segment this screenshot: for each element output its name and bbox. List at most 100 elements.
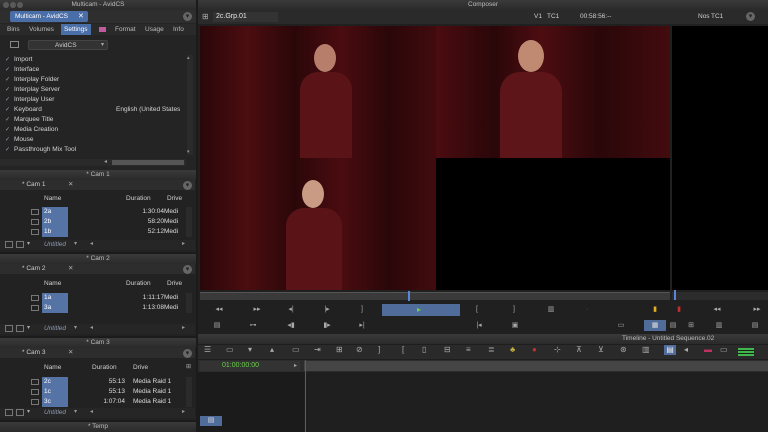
rec-rewind-button[interactable]: ◂◂ bbox=[706, 304, 728, 315]
lift-icon[interactable]: ▭ bbox=[292, 345, 300, 355]
timeline-ruler[interactable] bbox=[304, 361, 768, 371]
right-tc-label[interactable]: TC1 bbox=[711, 12, 723, 22]
settings-icon[interactable]: ≣ bbox=[488, 345, 495, 355]
table-row[interactable]: 3a 1:13:08 Medi bbox=[0, 303, 188, 313]
timeline-titlebar[interactable]: Timeline - Untitled Sequence.02 bbox=[198, 334, 768, 344]
fast-menu-icon[interactable]: ▥ bbox=[642, 345, 650, 355]
close-icon[interactable]: ✕ bbox=[78, 11, 84, 22]
down-arrow-icon[interactable]: ▾ bbox=[248, 345, 252, 355]
clip-name[interactable]: 2c bbox=[42, 377, 68, 387]
record-button[interactable]: · bbox=[576, 304, 598, 315]
check-icon[interactable]: ✓ bbox=[5, 105, 10, 115]
column-header-name[interactable]: Name bbox=[44, 194, 61, 204]
timeline-position-indicator[interactable] bbox=[305, 360, 306, 432]
zoom-icon[interactable]: ◂ bbox=[684, 345, 688, 355]
bin-titlebar[interactable]: * Cam 2 bbox=[0, 254, 196, 264]
step-forward-button[interactable]: |▸ bbox=[316, 304, 338, 315]
multicam-monitor[interactable] bbox=[200, 26, 670, 290]
timeline-view-icon[interactable]: ▤ bbox=[664, 345, 676, 355]
table-row[interactable]: 2a 1:30:04 Medi bbox=[0, 207, 188, 217]
trim-button[interactable]: ⊞ bbox=[680, 320, 702, 331]
tab-bins[interactable]: Bins bbox=[4, 24, 23, 35]
list-item[interactable]: ✓ Media Creation bbox=[0, 125, 186, 135]
bin-fast-menu-icon[interactable] bbox=[16, 325, 24, 332]
fast-forward-button[interactable]: ▸▸ bbox=[246, 304, 268, 315]
scroll-right-icon[interactable]: ▸ bbox=[182, 240, 185, 247]
close-icon[interactable]: ✕ bbox=[68, 180, 73, 190]
next-edit-button[interactable]: ▸| bbox=[351, 320, 373, 331]
bin-titlebar[interactable]: * Cam 3 bbox=[0, 338, 196, 348]
scroll-left-icon[interactable]: ◂ bbox=[104, 158, 107, 165]
bin-tab[interactable]: * Cam 1 bbox=[22, 180, 46, 190]
bin-menu-icon[interactable]: ▾ bbox=[183, 181, 192, 190]
close-icon[interactable]: ✕ bbox=[68, 264, 73, 274]
tab-format[interactable]: Format bbox=[112, 24, 139, 35]
bin-view-icon[interactable] bbox=[5, 325, 13, 332]
bin-view-icon[interactable] bbox=[5, 409, 13, 416]
dropdown-icon[interactable]: ▾ bbox=[74, 240, 77, 247]
table-row[interactable]: 2b 58:20 Medi bbox=[0, 217, 188, 227]
clip-name[interactable]: 1b bbox=[42, 227, 68, 237]
tc-label[interactable]: TC1 bbox=[547, 12, 559, 22]
project-tab-chip[interactable]: Multicam - AvidCS ✕ bbox=[10, 11, 88, 22]
column-header-duration[interactable]: Duration bbox=[126, 279, 151, 289]
no-entry-icon[interactable]: ⊘ bbox=[356, 345, 363, 355]
clip-name[interactable]: 1c bbox=[42, 387, 68, 397]
video-button[interactable]: ▤ bbox=[744, 320, 766, 331]
vertical-scrollbar[interactable] bbox=[186, 377, 192, 407]
trim-icon[interactable]: ⊟ bbox=[444, 345, 451, 355]
scroll-thumb[interactable] bbox=[112, 160, 184, 165]
right-track-label[interactable]: Nos bbox=[698, 12, 710, 22]
column-header-drive[interactable]: Drive bbox=[167, 194, 182, 204]
scroll-right-icon[interactable]: ▸ bbox=[182, 408, 185, 415]
extract-icon[interactable]: ⇥ bbox=[314, 345, 321, 355]
mark-in-icon[interactable]: [ bbox=[402, 345, 404, 355]
effect-icon[interactable]: ⊛ bbox=[620, 345, 627, 355]
segment-icon[interactable]: ⊞ bbox=[336, 345, 343, 355]
bin-view-name[interactable]: Untitled bbox=[44, 409, 66, 416]
column-header-drive[interactable]: Drive bbox=[167, 279, 182, 289]
window-menu-icon[interactable]: ▾ bbox=[183, 12, 192, 21]
camera-view-4[interactable] bbox=[436, 158, 670, 290]
clip-name[interactable]: 2a bbox=[42, 207, 68, 217]
check-icon[interactable]: ✓ bbox=[5, 125, 10, 135]
camera-view-2[interactable] bbox=[436, 26, 670, 158]
tc-track-label[interactable]: 01:00:00:00 ▸ bbox=[200, 361, 300, 371]
bin-view-name[interactable]: Untitled bbox=[44, 325, 66, 332]
mark-out-icon[interactable]: ] bbox=[378, 345, 380, 355]
column-header-name[interactable]: Name bbox=[44, 279, 61, 289]
clip-name[interactable]: 3c bbox=[42, 397, 68, 407]
composer-menu-button[interactable]: ▾ bbox=[746, 12, 755, 21]
chevron-down-icon[interactable]: ▾ bbox=[27, 240, 30, 247]
ripple-icon[interactable]: ≡ bbox=[466, 345, 471, 355]
scroll-left-icon[interactable]: ◂ bbox=[90, 408, 93, 415]
scroll-left-icon[interactable]: ◂ bbox=[90, 240, 93, 247]
track-label[interactable]: V1 bbox=[534, 12, 542, 22]
camera-view-3[interactable] bbox=[200, 158, 436, 290]
table-row[interactable]: 2c 55:13 Media Raid 1 bbox=[0, 377, 188, 387]
go-to-out-button[interactable]: ▮▸ bbox=[316, 320, 338, 331]
column-header-duration[interactable]: Duration bbox=[126, 194, 151, 204]
bin-column-menu-icon[interactable]: ⊞ bbox=[186, 363, 191, 370]
link-button[interactable]: ⊶ bbox=[242, 320, 264, 331]
bin-view-name[interactable]: Untitled bbox=[44, 241, 66, 248]
slip-icon[interactable]: ⊼ bbox=[576, 345, 582, 355]
slide-icon[interactable]: ⊻ bbox=[598, 345, 604, 355]
table-row[interactable]: 3c 1:07:04 Media Raid 1 bbox=[0, 397, 188, 407]
composer-titlebar[interactable]: Composer bbox=[198, 0, 768, 10]
list-item[interactable]: ✓ Marquee Title bbox=[0, 115, 186, 125]
step-back-button[interactable]: ◂| bbox=[280, 304, 302, 315]
column-header-name[interactable]: Name bbox=[44, 363, 61, 373]
scroll-left-icon[interactable]: ◂ bbox=[90, 324, 93, 331]
check-icon[interactable]: ✓ bbox=[5, 95, 10, 105]
check-icon[interactable]: ✓ bbox=[5, 55, 10, 65]
audio-meter-icon[interactable] bbox=[738, 348, 754, 356]
settings-menu-icon[interactable] bbox=[10, 41, 19, 48]
record-monitor[interactable] bbox=[672, 26, 768, 290]
tab-volumes[interactable]: Volumes bbox=[26, 24, 57, 35]
scroll-right-icon[interactable]: ▸ bbox=[182, 324, 185, 331]
match-frame-button[interactable]: ▣ bbox=[504, 320, 526, 331]
dropdown-icon[interactable]: ▾ bbox=[74, 324, 77, 331]
mark-clip-button[interactable]: ] bbox=[351, 304, 373, 315]
check-icon[interactable]: ✓ bbox=[5, 75, 10, 85]
